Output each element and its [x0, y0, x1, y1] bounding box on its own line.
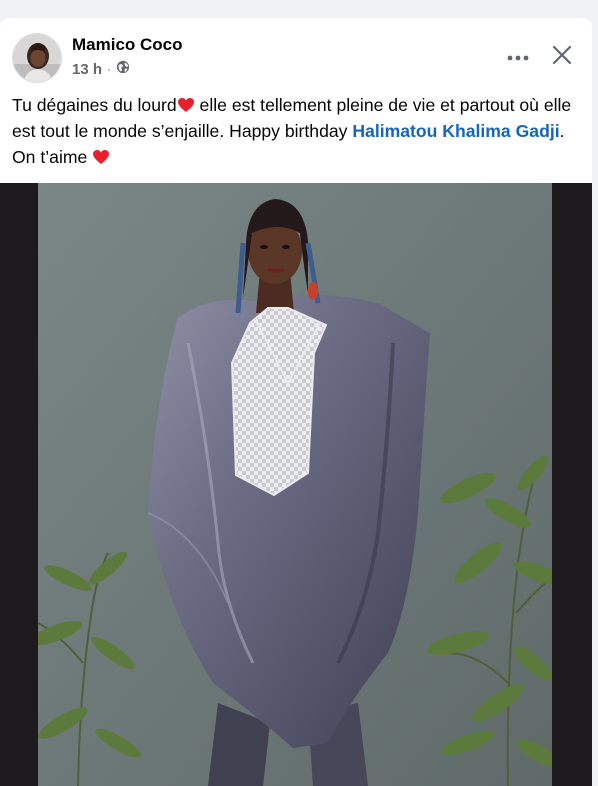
meta-separator: · — [107, 62, 112, 76]
message-text-1: Tu dégaines du lourd — [12, 95, 177, 115]
more-options-button[interactable] — [502, 41, 534, 73]
more-horizontal-icon — [507, 48, 529, 66]
post-meta: 13 h · — [72, 60, 130, 78]
post-timestamp[interactable]: 13 h — [72, 61, 102, 78]
post-photo[interactable] — [38, 183, 552, 786]
red-heart-icon — [92, 146, 110, 164]
author-name[interactable]: Mamico Coco — [72, 35, 183, 55]
post-header: Mamico Coco 13 h · — [12, 33, 580, 87]
globe-icon — [116, 60, 130, 78]
close-icon — [552, 45, 572, 70]
post-media[interactable] — [0, 183, 592, 786]
author-avatar[interactable] — [12, 33, 62, 83]
red-heart-icon — [177, 94, 195, 112]
post-card: Mamico Coco 13 h · Tu dégaines du lourd … — [0, 18, 592, 786]
close-button[interactable] — [544, 39, 580, 75]
post-message: Tu dégaines du lourd elle est tellement … — [12, 92, 578, 170]
mention-link[interactable]: Halimatou Khalima Gadji — [352, 121, 559, 141]
